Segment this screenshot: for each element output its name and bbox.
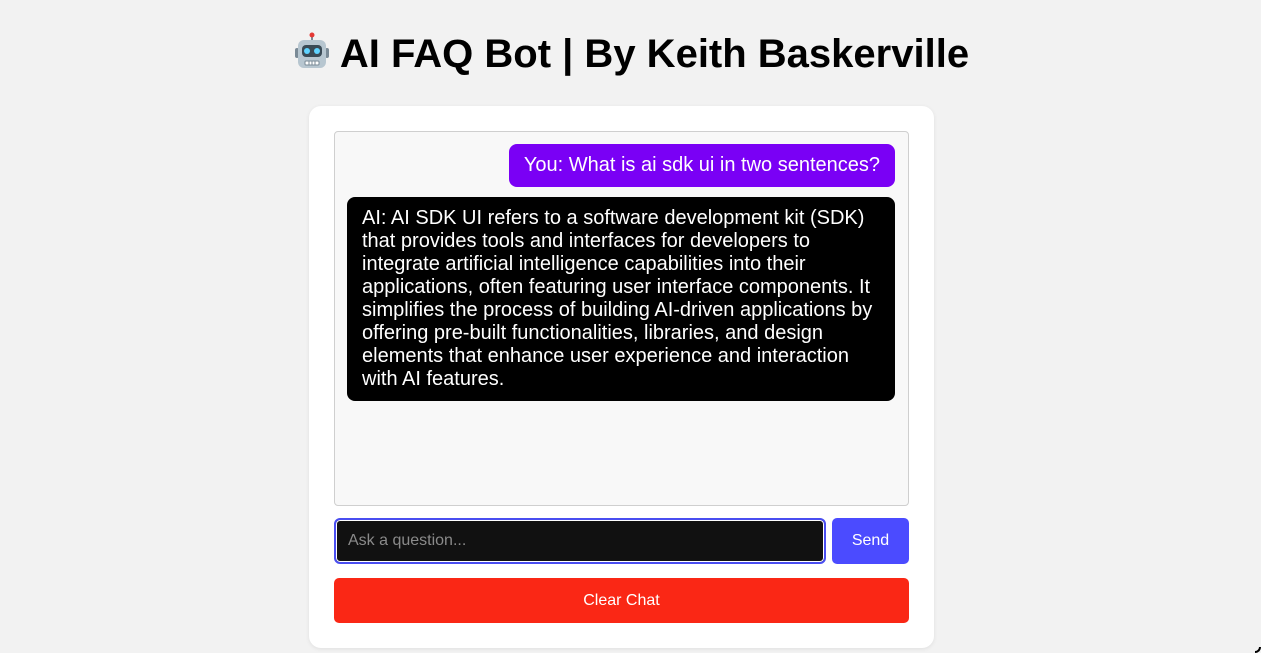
- question-input[interactable]: [334, 518, 826, 564]
- app-page: AI FAQ Bot | By Keith Baskerville You: W…: [0, 0, 1261, 653]
- robot-icon: [294, 32, 329, 68]
- page-title-text: AI FAQ Bot | By Keith Baskerville: [339, 32, 970, 76]
- composer-row: Send: [334, 518, 909, 564]
- window-corner: [1255, 647, 1261, 653]
- chat-history[interactable]: You: What is ai sdk ui in two sentences?…: [334, 131, 909, 506]
- send-button[interactable]: Send: [832, 518, 909, 564]
- clear-chat-button[interactable]: Clear Chat: [334, 578, 909, 623]
- page-title: AI FAQ Bot | By Keith Baskerville: [0, 30, 1261, 78]
- ai-message: AI: AI SDK UI refers to a software devel…: [347, 197, 895, 401]
- user-message: You: What is ai sdk ui in two sentences?: [508, 144, 895, 187]
- chat-card: You: What is ai sdk ui in two sentences?…: [309, 106, 934, 648]
